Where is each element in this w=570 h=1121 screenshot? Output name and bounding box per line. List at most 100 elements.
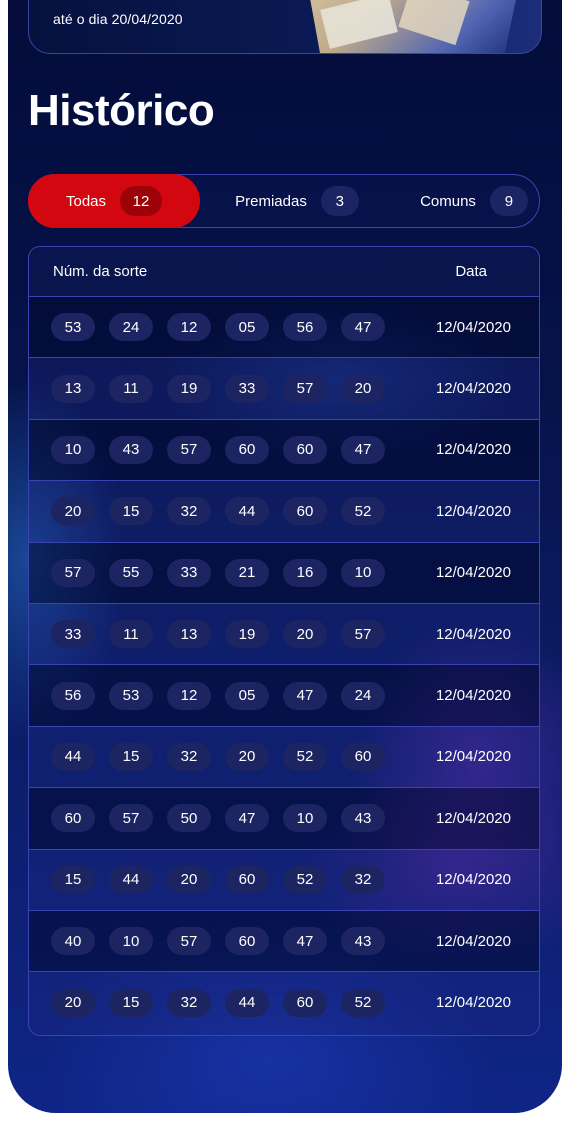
lucky-number-chip: 33 [51, 620, 95, 649]
lucky-numbers: 53 24 12 05 56 47 [51, 313, 385, 342]
lucky-number-chip: 16 [283, 558, 327, 587]
lucky-numbers: 57 55 33 21 16 10 [51, 558, 385, 587]
lucky-number-chip: 60 [283, 497, 327, 526]
lucky-numbers: 56 53 12 05 47 24 [51, 681, 385, 710]
lucky-number-chip: 21 [225, 558, 269, 587]
lucky-number-chip: 57 [109, 804, 153, 833]
table-row: 15 44 20 60 52 32 12/04/2020 [29, 849, 539, 911]
lucky-number-chip: 15 [51, 865, 95, 894]
lucky-number-chip: 60 [283, 435, 327, 464]
app-screen: até o dia 20/04/2020 Histórico Todas 12 … [8, 0, 562, 1113]
filter-tabs: Todas 12 Premiadas 3 Comuns 9 [28, 174, 540, 228]
lucky-number-chip: 40 [51, 927, 95, 956]
lucky-number-chip: 60 [341, 742, 385, 771]
banner-text: até o dia 20/04/2020 [53, 11, 183, 27]
lucky-number-chip: 50 [167, 804, 211, 833]
lucky-numbers: 15 44 20 60 52 32 [51, 865, 385, 894]
lucky-number-chip: 32 [167, 497, 211, 526]
lucky-number-chip: 12 [167, 313, 211, 342]
lucky-number-chip: 10 [283, 804, 327, 833]
lucky-number-chip: 57 [283, 374, 327, 403]
lucky-numbers: 60 57 50 47 10 43 [51, 804, 385, 833]
lucky-number-chip: 47 [341, 313, 385, 342]
lucky-number-chip: 24 [109, 313, 153, 342]
lucky-number-chip: 52 [341, 497, 385, 526]
history-table: Núm. da sorte Data 53 24 12 05 56 47 12/04/202… [28, 246, 540, 1036]
table-row: 33 11 13 19 20 57 12/04/2020 [29, 603, 539, 666]
lucky-number-chip: 32 [167, 988, 211, 1017]
row-date: 12/04/2020 [435, 441, 511, 459]
lucky-number-chip: 15 [109, 988, 153, 1017]
lucky-number-chip: 56 [51, 681, 95, 710]
lucky-number-chip: 19 [225, 620, 269, 649]
tab-label: Comuns [420, 192, 476, 210]
row-date: 12/04/2020 [435, 502, 511, 520]
table-row: 10 43 57 60 60 47 12/04/2020 [29, 419, 539, 482]
table-row: 57 55 33 21 16 10 12/04/2020 [29, 542, 539, 604]
lucky-number-chip: 57 [167, 435, 211, 464]
table-row: 13 11 19 33 57 20 12/04/2020 [29, 358, 539, 420]
lucky-number-chip: 43 [109, 435, 153, 464]
lucky-number-chip: 20 [341, 374, 385, 403]
lucky-number-chip: 15 [109, 497, 153, 526]
table-row: 20 15 32 44 60 52 12/04/2020 [29, 481, 539, 543]
lucky-number-chip: 44 [109, 865, 153, 894]
lucky-number-chip: 11 [109, 620, 153, 649]
lucky-number-chip: 60 [225, 435, 269, 464]
table-row: 56 53 12 05 47 24 12/04/2020 [29, 665, 539, 727]
lucky-number-chip: 52 [341, 988, 385, 1017]
header-numbers: Núm. da sorte [53, 263, 148, 280]
device-frame: até o dia 20/04/2020 Histórico Todas 12 … [0, 0, 570, 1121]
promo-banner[interactable]: até o dia 20/04/2020 [28, 0, 542, 54]
lucky-number-chip: 13 [51, 374, 95, 403]
lucky-number-chip: 05 [225, 313, 269, 342]
table-body: 53 24 12 05 56 47 12/04/2020 13 11 19 33 57 20 12/04/… [29, 297, 539, 1034]
row-date: 12/04/2020 [435, 748, 511, 766]
lucky-number-chip: 43 [341, 927, 385, 956]
lucky-number-chip: 32 [341, 865, 385, 894]
table-row: 20 15 32 44 60 52 12/04/2020 [29, 972, 539, 1034]
lucky-number-chip: 20 [167, 865, 211, 894]
table-row: 53 24 12 05 56 47 12/04/2020 [29, 297, 539, 359]
lucky-number-chip: 57 [167, 927, 211, 956]
table-header: Núm. da sorte Data [29, 247, 539, 297]
count-badge: 12 [120, 186, 163, 216]
lucky-number-chip: 52 [283, 742, 327, 771]
lucky-number-chip: 19 [167, 374, 211, 403]
lucky-number-chip: 33 [225, 374, 269, 403]
lucky-number-chip: 44 [225, 988, 269, 1017]
count-badge: 9 [489, 186, 528, 216]
lucky-numbers: 20 15 32 44 60 52 [51, 988, 385, 1017]
lucky-number-chip: 60 [225, 927, 269, 956]
lucky-number-chip: 43 [341, 804, 385, 833]
lucky-numbers: 10 43 57 60 60 47 [51, 435, 385, 464]
row-date: 12/04/2020 [435, 994, 511, 1012]
lucky-number-chip: 11 [109, 374, 153, 403]
lucky-numbers: 13 11 19 33 57 20 [51, 374, 385, 403]
lucky-number-chip: 44 [51, 742, 95, 771]
row-date: 12/04/2020 [435, 318, 511, 336]
lucky-number-chip: 20 [283, 620, 327, 649]
lucky-number-chip: 47 [283, 681, 327, 710]
lucky-number-chip: 56 [283, 313, 327, 342]
lucky-number-chip: 60 [283, 988, 327, 1017]
lucky-number-chip: 10 [341, 558, 385, 587]
page-title: Histórico [28, 86, 215, 135]
tab-comuns[interactable]: Comuns 9 [394, 174, 554, 228]
row-date: 12/04/2020 [435, 564, 511, 582]
lucky-number-chip: 57 [51, 558, 95, 587]
lucky-number-chip: 53 [109, 681, 153, 710]
lucky-number-chip: 32 [167, 742, 211, 771]
lucky-number-chip: 13 [167, 620, 211, 649]
lucky-number-chip: 55 [109, 558, 153, 587]
lucky-numbers: 44 15 32 20 52 60 [51, 742, 385, 771]
lucky-number-chip: 47 [283, 927, 327, 956]
lucky-number-chip: 10 [51, 435, 95, 464]
row-date: 12/04/2020 [435, 871, 511, 889]
tab-premiadas[interactable]: Premiadas 3 [217, 174, 377, 228]
row-date: 12/04/2020 [435, 687, 511, 705]
lucky-number-chip: 20 [225, 742, 269, 771]
row-date: 12/04/2020 [435, 932, 511, 950]
tab-todas[interactable]: Todas 12 [28, 174, 200, 228]
tab-label: Todas [65, 192, 107, 210]
